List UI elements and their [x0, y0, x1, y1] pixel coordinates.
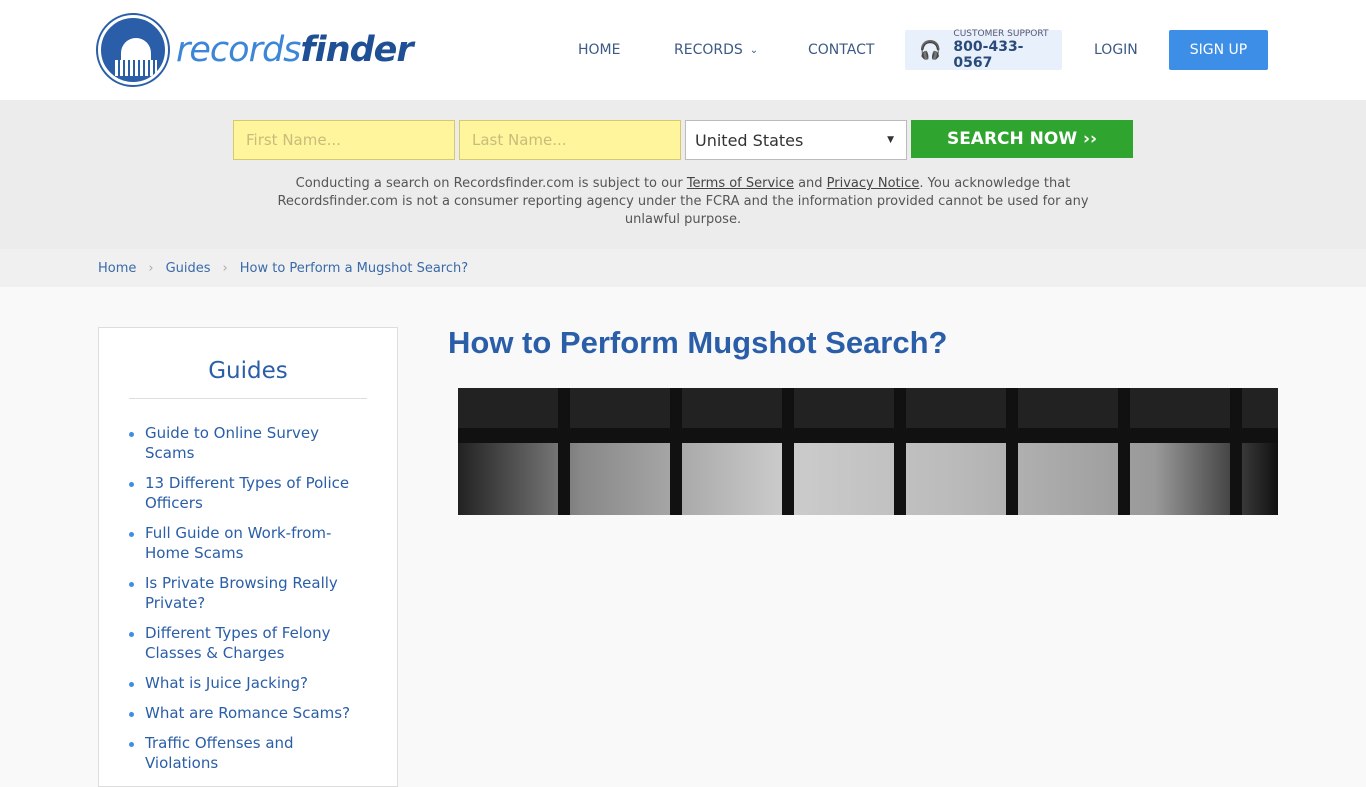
- capitol-seal-icon: [98, 15, 168, 85]
- support-phone: 800-433-0567: [953, 39, 1024, 71]
- chevron-down-icon: ⌄: [749, 44, 759, 56]
- search-bar: First Name... Last Name... United States…: [0, 100, 1366, 249]
- guide-link[interactable]: Is Private Browsing Really Private?: [129, 573, 367, 613]
- guide-link[interactable]: What is Juice Jacking?: [129, 673, 367, 693]
- header: recordsfinder HOME RECORDS ⌄ CONTACT 🎧 CU…: [0, 0, 1366, 100]
- terms-link[interactable]: Terms of Service: [687, 176, 794, 191]
- nav-records[interactable]: RECORDS ⌄: [674, 30, 758, 70]
- login-link[interactable]: LOGIN: [1094, 30, 1138, 70]
- nav-records-label: RECORDS: [674, 42, 743, 58]
- disclaimer: Conducting a search on Recordsfinder.com…: [277, 176, 1089, 227]
- guide-link[interactable]: Guide to Online Survey Scams: [129, 423, 367, 463]
- caret-down-icon: ▼: [887, 135, 894, 145]
- sidebar-title: Guides: [129, 358, 367, 399]
- privacy-link[interactable]: Privacy Notice: [827, 176, 920, 191]
- support-title: CUSTOMER SUPPORT: [953, 29, 1049, 39]
- chevron-right-icon: ›: [222, 260, 228, 276]
- breadcrumb: Home › Guides › How to Perform a Mugshot S…: [0, 249, 1366, 287]
- guide-link[interactable]: 13 Different Types of Police Officers: [129, 473, 367, 513]
- nav-home[interactable]: HOME: [578, 30, 620, 70]
- guide-link[interactable]: Different Types of Felony Classes & Char…: [129, 623, 367, 663]
- breadcrumb-guides[interactable]: Guides: [166, 261, 211, 276]
- chevron-right-icon: ›: [148, 260, 154, 276]
- guide-link[interactable]: What are Romance Scams?: [129, 703, 367, 723]
- guide-link[interactable]: Full Guide on Work-from-Home Scams: [129, 523, 367, 563]
- nav-contact[interactable]: CONTACT: [808, 30, 874, 70]
- guide-link[interactable]: Traffic Offenses and Violations: [129, 733, 367, 773]
- signup-button[interactable]: SIGN UP: [1169, 30, 1268, 70]
- logo-text: recordsfinder: [176, 30, 414, 70]
- state-value: United States: [695, 130, 804, 150]
- first-name-input[interactable]: First Name...: [233, 120, 455, 160]
- headset-icon: 🎧: [919, 39, 942, 61]
- state-select[interactable]: United States ▼: [685, 120, 907, 160]
- customer-support[interactable]: 🎧 CUSTOMER SUPPORT 800-433-0567: [905, 29, 1062, 71]
- logo[interactable]: recordsfinder: [98, 15, 414, 85]
- search-now-button[interactable]: SEARCH NOW ››: [911, 120, 1133, 158]
- jail-bars-image: [458, 388, 1278, 515]
- page-title: How to Perform Mugshot Search?: [448, 325, 948, 360]
- guides-sidebar: Guides Guide to Online Survey Scams 13 D…: [98, 327, 398, 787]
- last-name-input[interactable]: Last Name...: [459, 120, 681, 160]
- breadcrumb-home[interactable]: Home: [98, 261, 136, 276]
- breadcrumb-current[interactable]: How to Perform a Mugshot Search?: [240, 261, 468, 276]
